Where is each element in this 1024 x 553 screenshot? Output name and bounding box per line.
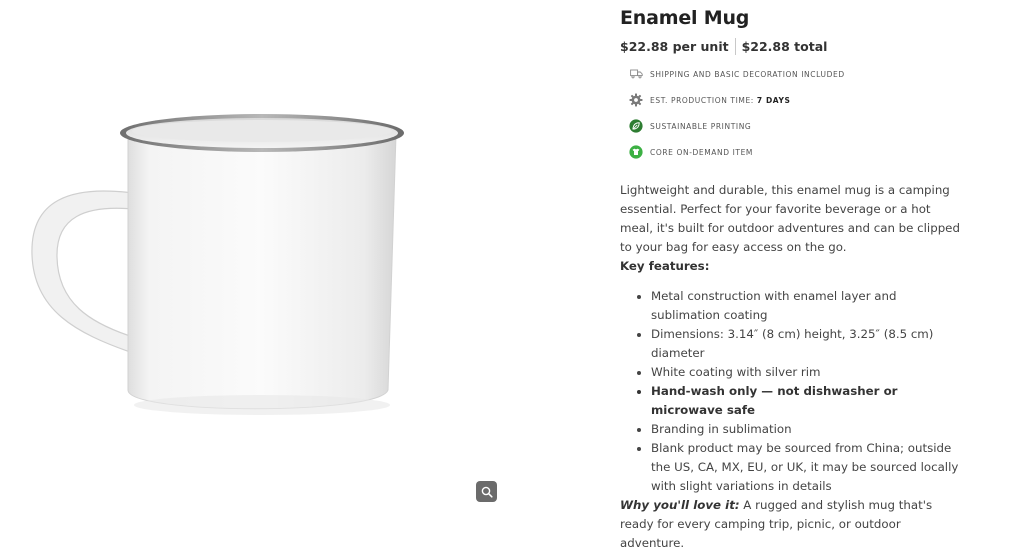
list-item: Metal construction with enamel layer and…	[651, 287, 965, 325]
price-total: $22.88 total	[741, 39, 828, 54]
shirt-icon	[629, 145, 643, 159]
product-image[interactable]	[30, 105, 410, 420]
why-love-label: Why you'll love it:	[620, 498, 740, 512]
key-features-heading: Key features:	[620, 259, 710, 273]
list-item: Blank product may be sourced from China;…	[651, 439, 965, 496]
price-row: $22.88 per unit $22.88 total	[620, 38, 827, 55]
feature-label: Sustainable printing	[650, 121, 752, 131]
feature-sustainable: Sustainable printing	[629, 118, 969, 134]
feature-core-item: Core on-demand item	[629, 144, 969, 160]
feature-label: Shipping and basic decoration included	[650, 69, 845, 79]
why-love-it: Why you'll love it: A rugged and stylish…	[620, 496, 965, 553]
list-item: Dimensions: 3.14″ (8 cm) height, 3.25″ (…	[651, 325, 965, 363]
feature-label: Est. production time:	[650, 95, 754, 105]
truck-icon	[629, 67, 643, 81]
production-time-value: 7 days	[756, 95, 791, 105]
magnifier-icon	[481, 486, 493, 498]
key-features-list: Metal construction with enamel layer and…	[620, 287, 965, 496]
gear-icon	[629, 93, 643, 107]
list-item: Hand-wash only — not dishwasher or micro…	[651, 382, 965, 420]
product-title: Enamel Mug	[620, 7, 750, 29]
description-text: Lightweight and durable, this enamel mug…	[620, 183, 960, 254]
price-per-unit: $22.88 per unit	[620, 39, 729, 54]
product-feature-list: Shipping and basic decoration included E…	[629, 66, 969, 170]
list-item: White coating with silver rim	[651, 363, 965, 382]
product-description: Lightweight and durable, this enamel mug…	[620, 181, 965, 553]
list-item: Branding in sublimation	[651, 420, 965, 439]
feature-production-time: Est. production time: 7 days	[629, 92, 969, 108]
zoom-button[interactable]	[476, 481, 497, 502]
leaf-icon	[629, 119, 643, 133]
feature-label: Core on-demand item	[650, 147, 753, 157]
price-divider	[734, 38, 736, 55]
product-image-gallery	[0, 0, 600, 550]
feature-shipping: Shipping and basic decoration included	[629, 66, 969, 82]
